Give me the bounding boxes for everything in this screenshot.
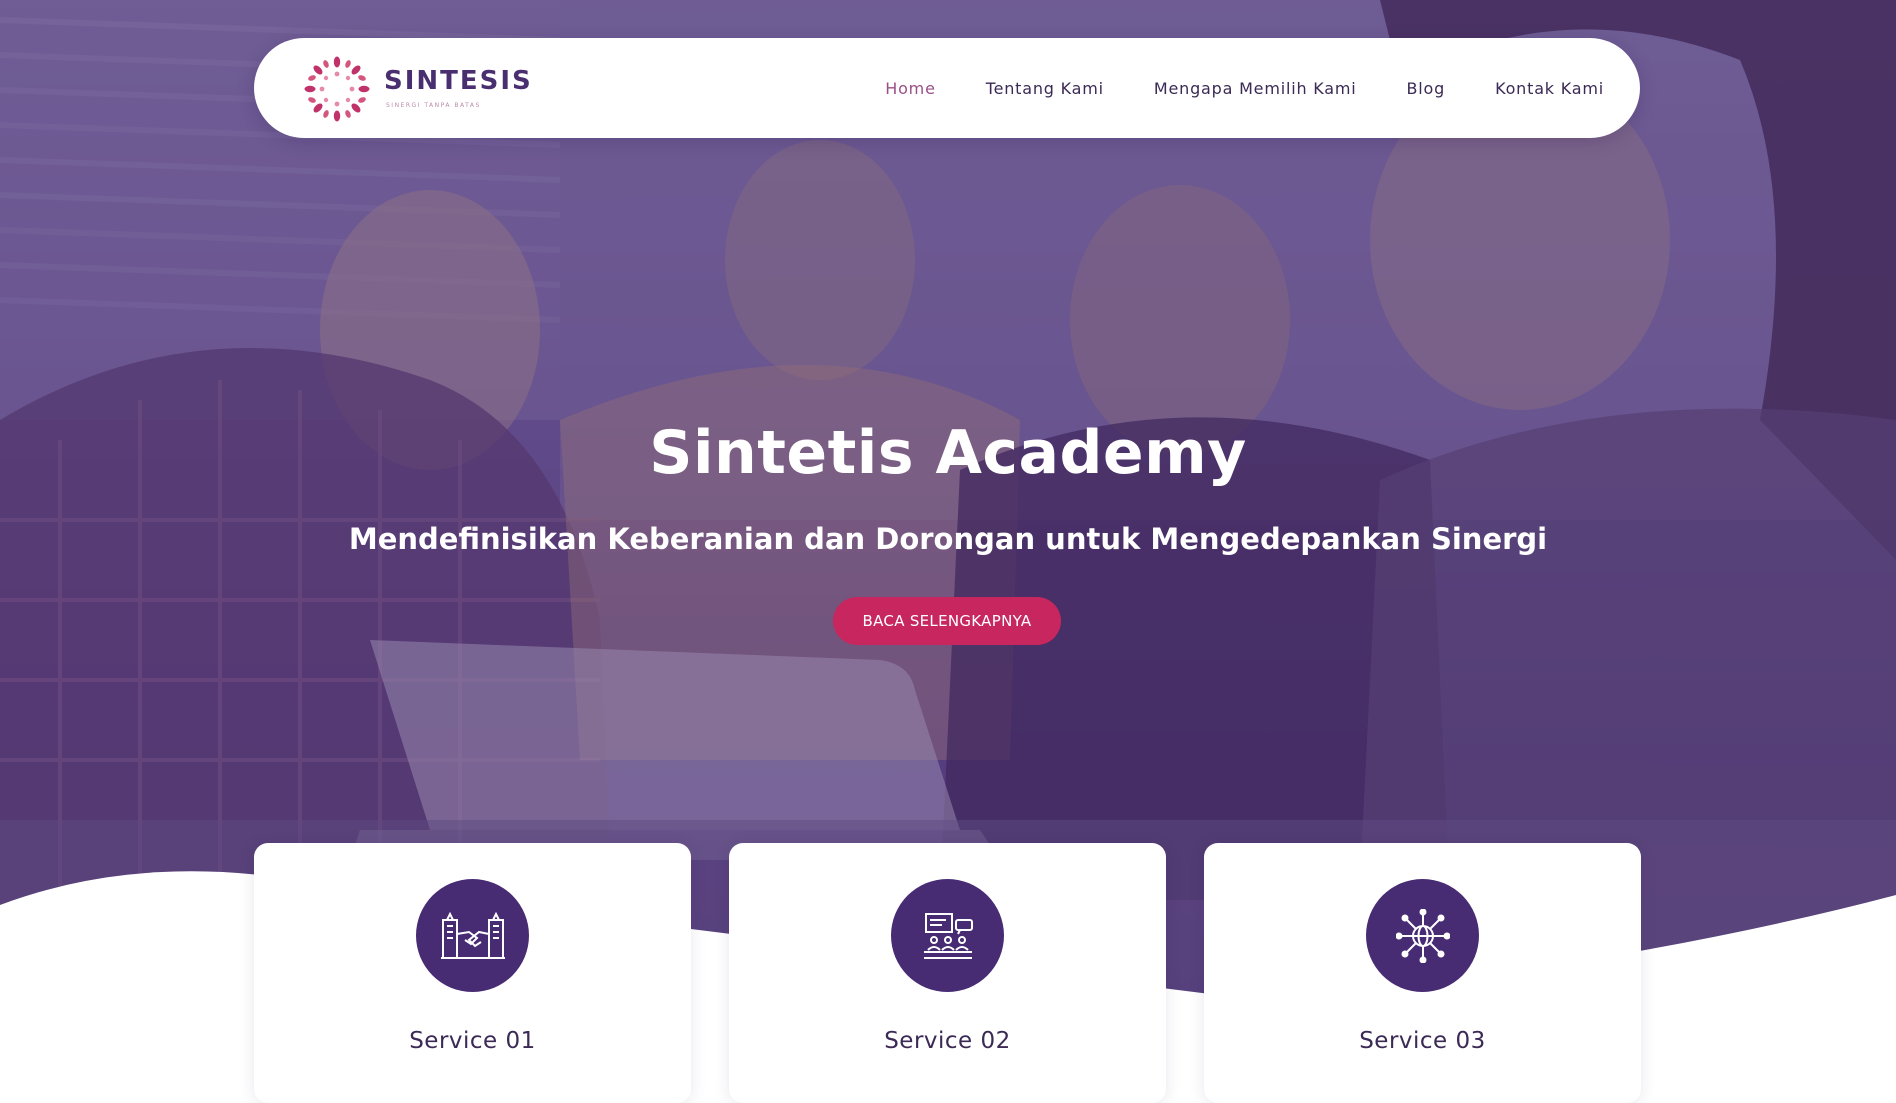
global-network-icon — [1395, 908, 1450, 963]
main-nav: Home Tentang Kami Mengapa Memilih Kami B… — [835, 38, 1604, 138]
nav-blog[interactable]: Blog — [1407, 79, 1446, 98]
service-title: Service 03 — [1359, 1028, 1486, 1054]
handshake-buildings-icon — [440, 911, 505, 959]
navbar: SINTESIS SINERGI TANPA BATAS Home Tentan… — [254, 38, 1640, 138]
brand-name: SINTESIS — [384, 66, 533, 96]
service-icon-circle — [416, 879, 529, 992]
service-card-3[interactable]: Service 03 — [1204, 843, 1641, 1103]
brand-logo[interactable]: SINTESIS SINERGI TANPA BATAS — [304, 56, 531, 122]
sunburst-logo-icon — [304, 56, 370, 122]
service-title: Service 01 — [409, 1028, 536, 1054]
service-card-2[interactable]: Service 02 — [729, 843, 1166, 1103]
service-icon-circle — [891, 879, 1004, 992]
nav-tentang-kami[interactable]: Tentang Kami — [986, 79, 1104, 98]
service-card-1[interactable]: Service 01 — [254, 843, 691, 1103]
nav-home[interactable]: Home — [885, 79, 935, 98]
presentation-audience-icon — [923, 912, 973, 959]
brand-tagline: SINERGI TANPA BATAS — [386, 102, 481, 109]
service-icon-circle — [1366, 879, 1479, 992]
nav-kontak-kami[interactable]: Kontak Kami — [1495, 79, 1604, 98]
read-more-button[interactable]: BACA SELENGKAPNYA — [833, 597, 1061, 645]
nav-mengapa-memilih-kami[interactable]: Mengapa Memilih Kami — [1154, 79, 1357, 98]
hero-title: Sintetis Academy — [649, 418, 1247, 488]
service-title: Service 02 — [884, 1028, 1011, 1054]
hero-subtitle: Mendefinisikan Keberanian dan Dorongan u… — [348, 522, 1548, 556]
